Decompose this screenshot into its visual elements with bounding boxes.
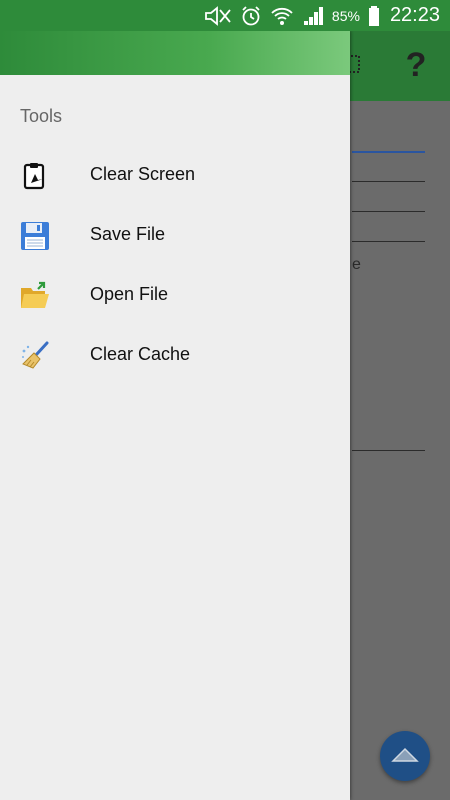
open-folder-icon <box>18 279 52 313</box>
floppy-disk-icon <box>18 219 52 253</box>
menu-item-clear-cache[interactable]: Clear Cache <box>0 325 350 385</box>
content-divider <box>352 450 425 451</box>
clipboard-clear-icon <box>18 159 52 193</box>
menu-item-label: Clear Screen <box>90 164 196 184</box>
battery-percent: 85% <box>331 7 360 24</box>
menu-item-label: Save File <box>90 224 166 244</box>
alarm-icon <box>240 5 262 27</box>
menu-item-label: Open File <box>90 284 169 304</box>
scroll-up-button[interactable] <box>380 731 430 781</box>
menu-item-open-file[interactable]: Open File <box>0 265 350 325</box>
partial-text: e <box>352 256 361 273</box>
content-divider <box>352 181 425 182</box>
broom-icon <box>18 339 52 373</box>
content-divider <box>352 151 425 153</box>
mute-icon <box>204 5 232 26</box>
clock: 22:23 <box>389 4 440 26</box>
battery-icon <box>368 5 380 27</box>
chevron-up-icon <box>390 745 420 768</box>
menu-item-clear-screen[interactable]: Clear Screen <box>0 145 350 205</box>
content-divider <box>352 211 425 212</box>
drawer-header <box>0 31 350 75</box>
content-divider <box>352 241 425 242</box>
menu-item-label: Clear Cache <box>90 344 191 364</box>
menu-item-save-file[interactable]: Save File <box>0 205 350 265</box>
help-button[interactable]: ? <box>398 45 434 85</box>
signal-icon <box>302 5 324 27</box>
status-bar: 85% 22:23 <box>0 0 450 31</box>
wifi-icon <box>270 5 294 27</box>
section-title: Tools <box>20 106 63 126</box>
navigation-drawer: Tools Clear Screen Save File Open File C… <box>0 31 350 800</box>
